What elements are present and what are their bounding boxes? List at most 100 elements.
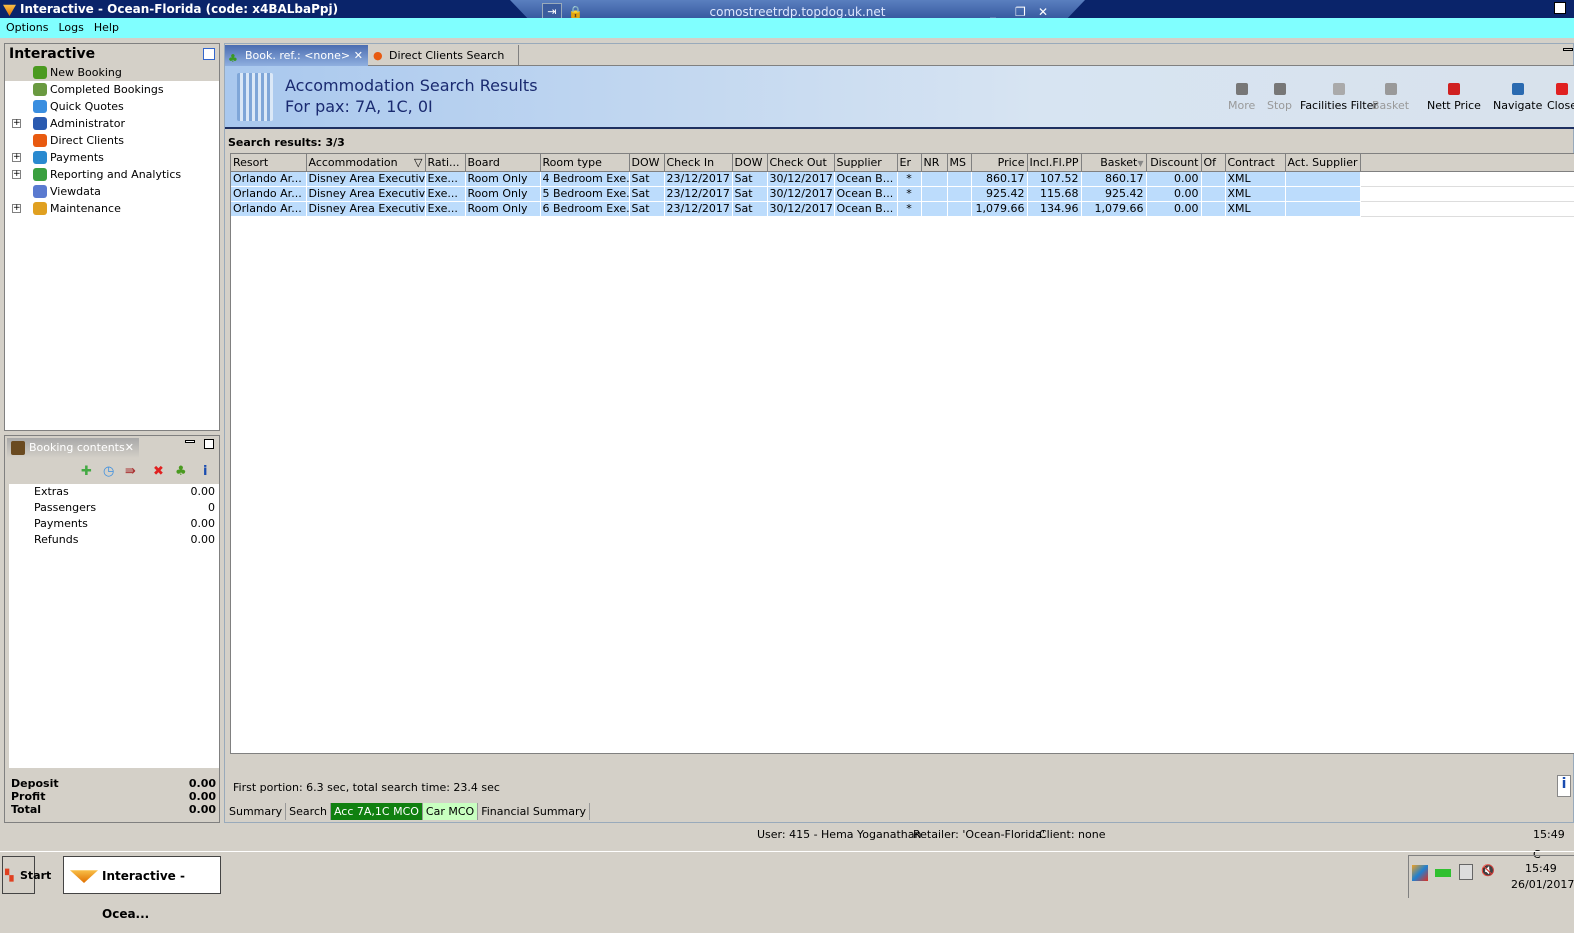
- bottom-tab-car-mco[interactable]: Car MCO: [422, 803, 479, 820]
- expand-icon[interactable]: +: [12, 119, 21, 128]
- booking-total-profit: Profit 0.00: [11, 790, 216, 803]
- bottom-tab-financial-summary[interactable]: Financial Summary: [478, 803, 591, 820]
- table-cell: 23/12/2017: [664, 201, 733, 217]
- minimize-icon[interactable]: [1563, 48, 1573, 51]
- maximize-icon[interactable]: [204, 439, 214, 449]
- start-button[interactable]: ▚ Start: [2, 856, 51, 894]
- table-row[interactable]: Orlando Ar... Disney Area Executiv... Exe.…: [231, 186, 1574, 202]
- column-header[interactable]: Price: [971, 154, 1028, 172]
- column-header[interactable]: Accommodation ▽: [306, 154, 426, 172]
- nav-item-quick-quotes[interactable]: Quick Quotes: [5, 98, 219, 115]
- table-row[interactable]: Orlando Ar... Disney Area Executiv... Exe.…: [231, 201, 1574, 217]
- column-header[interactable]: DOW: [629, 154, 665, 172]
- expand-icon[interactable]: +: [12, 153, 21, 162]
- table-cell: 30/12/2017: [767, 186, 835, 202]
- booking-row-label: Extras: [34, 485, 69, 498]
- column-header[interactable]: Of: [1201, 154, 1226, 172]
- maximize-button[interactable]: [1554, 2, 1566, 14]
- basket-button[interactable]: Basket: [1372, 83, 1409, 112]
- minimize-icon[interactable]: [185, 440, 195, 443]
- column-header[interactable]: Basket▼: [1081, 154, 1147, 172]
- expand-icon[interactable]: +: [12, 170, 21, 179]
- column-header[interactable]: Contract: [1225, 154, 1286, 172]
- booking-total-total: Total 0.00: [11, 803, 216, 816]
- column-header[interactable]: Check Out: [767, 154, 835, 172]
- sort-desc-icon: ▼: [1137, 158, 1144, 168]
- taskbar-app-interactive[interactable]: Interactive - Ocea...: [63, 856, 221, 921]
- nett-price-button[interactable]: Nett Price: [1427, 83, 1481, 112]
- info-icon[interactable]: i: [203, 464, 207, 479]
- bottom-tab-summary[interactable]: Summary: [226, 803, 287, 820]
- column-header[interactable]: Discount: [1146, 154, 1202, 172]
- column-header[interactable]: MS: [947, 154, 972, 172]
- bottom-tab-search[interactable]: Search: [286, 803, 331, 820]
- basket-transfer-icon[interactable]: ⇛: [125, 464, 136, 479]
- column-header[interactable]: Er: [897, 154, 922, 172]
- clock-icon[interactable]: ◷: [103, 464, 114, 479]
- tab-direct-clients-search[interactable]: ● Direct Clients Search: [369, 45, 519, 66]
- column-header[interactable]: Supplier: [834, 154, 898, 172]
- booking-row: Passengers 0: [9, 500, 219, 516]
- volume-muted-icon[interactable]: 🔇: [1481, 864, 1495, 877]
- nav-item-payments[interactable]: + Payments: [5, 149, 219, 166]
- nav-item-reporting-and-analytics[interactable]: + Reporting and Analytics: [5, 166, 219, 183]
- suitcase-icon: [11, 441, 25, 455]
- close-icon[interactable]: ✕: [125, 438, 134, 458]
- nav-item-new-booking[interactable]: New Booking: [5, 64, 219, 81]
- booking-toolbar: ✚ ◷ ⇛ ✖ ♣ i: [7, 458, 217, 484]
- column-header-label: Supplier: [836, 155, 882, 169]
- toolbar-label: Close: [1547, 99, 1574, 112]
- collapse-icon[interactable]: [203, 48, 215, 60]
- column-header[interactable]: Resort: [231, 154, 307, 172]
- info-button[interactable]: i: [1557, 775, 1571, 797]
- expand-icon[interactable]: +: [12, 204, 21, 213]
- compass-icon: [1511, 83, 1524, 95]
- menu-help[interactable]: Help: [94, 21, 119, 34]
- table-cell: 860.17: [1081, 171, 1147, 187]
- navigate-button[interactable]: Navigate: [1493, 83, 1542, 112]
- delete-icon[interactable]: ✖: [153, 464, 164, 479]
- nav-item-administrator[interactable]: + Administrator: [5, 115, 219, 132]
- booking-contents-tab[interactable]: Booking contents ✕: [7, 438, 139, 458]
- menu-options[interactable]: Options: [6, 21, 48, 34]
- stop-button[interactable]: Stop: [1267, 83, 1292, 112]
- toolbar-label: Nett Price: [1427, 99, 1481, 112]
- facilities-filter-button[interactable]: Facilities Filter: [1300, 83, 1378, 112]
- column-header[interactable]: DOW: [732, 154, 768, 172]
- nav-item-maintenance[interactable]: + Maintenance: [5, 200, 219, 217]
- tab-booking[interactable]: ♣ Book. ref.: <none> ✕: [225, 45, 368, 66]
- palm-tree-icon[interactable]: ♣: [175, 464, 187, 479]
- nav-item-completed-bookings[interactable]: Completed Bookings: [5, 81, 219, 98]
- column-header[interactable]: Incl.Fl.PP: [1027, 154, 1082, 172]
- column-header[interactable]: Room type: [540, 154, 630, 172]
- column-header[interactable]: Rati...: [425, 154, 466, 172]
- nav-item-direct-clients[interactable]: Direct Clients: [5, 132, 219, 149]
- close-button[interactable]: Close: [1547, 83, 1574, 112]
- bottom-tab-acc-7a-1c-mco[interactable]: Acc 7A,1C MCO: [330, 803, 423, 820]
- column-header[interactable]: NR: [921, 154, 948, 172]
- close-tab-icon[interactable]: ✕: [354, 45, 363, 66]
- column-header[interactable]: Board: [465, 154, 541, 172]
- menu-logs[interactable]: Logs: [58, 21, 83, 34]
- add-icon[interactable]: ✚: [81, 464, 92, 479]
- column-header[interactable]: Check In: [664, 154, 733, 172]
- nett-price-icon: [1447, 83, 1460, 95]
- nav-item-viewdata[interactable]: Viewdata: [5, 183, 219, 200]
- more-button[interactable]: More: [1228, 83, 1255, 112]
- filter-icon[interactable]: ▽: [414, 156, 422, 169]
- table-row[interactable]: Orlando Ar... Disney Area Executiv... Exe.…: [231, 171, 1574, 187]
- total-value: 0.00: [188, 790, 216, 803]
- network-card-icon[interactable]: [1435, 869, 1451, 877]
- nav-item-label: Reporting and Analytics: [50, 168, 182, 181]
- table-cell: Ocean B...: [834, 201, 898, 217]
- column-header[interactable]: Act. Supplier: [1285, 154, 1361, 172]
- nav-item-label: Payments: [50, 151, 104, 164]
- antivirus-icon[interactable]: [1412, 865, 1428, 881]
- network-icon[interactable]: [1459, 864, 1473, 880]
- table-cell: 0.00: [1146, 171, 1202, 187]
- hotel-building-icon: [237, 73, 273, 121]
- column-header-label: Contract: [1227, 155, 1275, 169]
- main-area: ♣ Book. ref.: <none> ✕ ● Direct Clients Sea…: [224, 43, 1574, 823]
- table-cell: 23/12/2017: [664, 186, 733, 202]
- total-value: 0.00: [188, 777, 216, 790]
